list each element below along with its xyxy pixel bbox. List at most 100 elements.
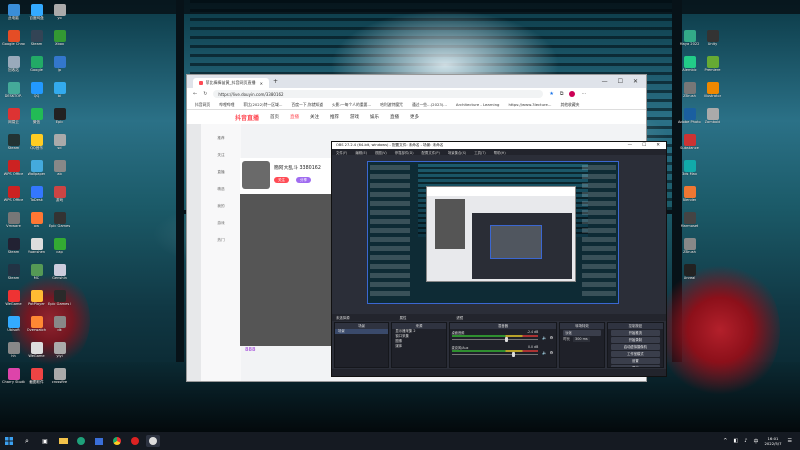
- avatar[interactable]: [242, 161, 270, 189]
- tab-close-icon[interactable]: ✕: [260, 81, 263, 86]
- star-icon[interactable]: ★: [549, 91, 553, 97]
- desktop-icon[interactable]: Steam: [2, 236, 25, 262]
- bookmark-item[interactable]: 百度一下,你就知道: [291, 102, 323, 108]
- obs-menu-item[interactable]: 编辑(E): [355, 150, 367, 155]
- bookmark-item[interactable]: 抖音网页: [195, 102, 210, 108]
- desktop-icon[interactable]: 3ds Max: [678, 158, 701, 184]
- speaker-icon[interactable]: 🔈: [542, 350, 547, 355]
- desktop-icon[interactable]: WeGame: [25, 340, 48, 366]
- desktop-icon[interactable]: bi: [48, 80, 71, 106]
- task-view-icon[interactable]: ▣: [38, 435, 52, 447]
- desktop-icon[interactable]: 百度网盘: [25, 2, 48, 28]
- desktop-icon[interactable]: 微信: [25, 106, 48, 132]
- obs-menu-item[interactable]: 停靠部件(D): [395, 150, 414, 155]
- desktop-icon[interactable]: yo: [48, 2, 71, 28]
- properties-button[interactable]: 属性: [400, 315, 407, 320]
- gear-icon[interactable]: ⚙: [550, 350, 554, 355]
- desktop-icon[interactable]: Epic Games: [48, 210, 71, 236]
- edge-icon[interactable]: [74, 435, 88, 447]
- bookmark-item[interactable]: 哈利波特魔咒: [380, 102, 403, 108]
- desktop-icon[interactable]: Ubisoft: [2, 314, 25, 340]
- store-icon[interactable]: [92, 435, 106, 447]
- site-nav-item[interactable]: 首页: [270, 114, 279, 120]
- site-nav-item[interactable]: 关注: [310, 114, 319, 120]
- fader-knob[interactable]: [504, 337, 508, 342]
- extensions-icon[interactable]: ⧉: [560, 91, 564, 97]
- desktop-icon[interactable]: cap: [48, 236, 71, 262]
- desktop-icon[interactable]: QQ音乐: [25, 132, 48, 158]
- desktop-icon[interactable]: Substance: [678, 132, 701, 158]
- obs-maximize-icon[interactable]: ☐: [642, 143, 646, 148]
- desktop-icon[interactable]: Adobe Photoshop: [678, 106, 701, 132]
- desktop-icon[interactable]: 网易云: [2, 106, 25, 132]
- rail-item[interactable]: 直播: [217, 170, 224, 175]
- desktop-icon[interactable]: MC: [25, 262, 48, 288]
- filters-button[interactable]: 滤镜: [456, 315, 463, 320]
- bookmark-item[interactable]: 火影:一每个人的重要...: [332, 102, 371, 108]
- bookmark-item[interactable]: 通过一些...(2023)...: [412, 102, 447, 108]
- desktop-icon[interactable]: 回收站: [2, 54, 25, 80]
- desktop-icon[interactable]: Yuanshen: [25, 236, 48, 262]
- desktop-icon[interactable]: Marmoset: [678, 210, 701, 236]
- maximize-icon[interactable]: ☐: [618, 78, 623, 85]
- desktop-icon[interactable]: WeGame: [2, 288, 25, 314]
- obs-close-icon[interactable]: ✕: [656, 143, 660, 148]
- obs-menu-item[interactable]: 文件(F): [336, 150, 347, 155]
- desktop-icon[interactable]: WPS Office: [2, 184, 25, 210]
- notification-icon[interactable]: ☰: [788, 438, 792, 444]
- desktop-icon[interactable]: Premiere: [701, 54, 724, 80]
- control-button[interactable]: 设置: [610, 358, 660, 364]
- desktop-icon[interactable]: hh: [2, 340, 25, 366]
- desktop-icon[interactable]: PotPlayer: [25, 288, 48, 314]
- rail-item[interactable]: 推荐: [217, 136, 224, 141]
- back-icon[interactable]: ←: [193, 91, 197, 97]
- share-button[interactable]: 分享: [296, 177, 311, 183]
- desktop-icon[interactable]: ZBrush: [678, 80, 701, 106]
- desktop-icon[interactable]: 游戏: [48, 184, 71, 210]
- desktop-icon[interactable]: Genshin: [48, 262, 71, 288]
- obs-minimize-icon[interactable]: —: [628, 143, 633, 148]
- speaker-icon[interactable]: 🔈: [542, 335, 547, 340]
- desktop-icon[interactable]: Vmware: [2, 210, 25, 236]
- ime-icon[interactable]: 中: [753, 438, 758, 445]
- fader-knob[interactable]: [511, 352, 515, 357]
- site-nav-item[interactable]: 娱乐: [370, 114, 379, 120]
- chrome-icon[interactable]: [110, 435, 124, 447]
- control-button[interactable]: 工作室模式: [610, 351, 660, 357]
- network-icon[interactable]: ◧: [734, 438, 739, 444]
- search-icon[interactable]: ⌕: [20, 435, 34, 447]
- rail-item[interactable]: 热门: [217, 238, 224, 243]
- desktop-icon[interactable]: jp: [48, 54, 71, 80]
- file-explorer-icon[interactable]: [56, 435, 70, 447]
- refresh-icon[interactable]: ↻: [203, 91, 207, 97]
- desktop-icon[interactable]: Overwatch: [25, 314, 48, 340]
- obs-menu-item[interactable]: 配置文件(P): [422, 150, 440, 155]
- browser-tab[interactable]: 菲比捧捧苗黄_抖音网页直播 - 抖 ✕: [193, 78, 269, 88]
- desktop-icon[interactable]: Illustrator: [701, 80, 724, 106]
- desktop-icon[interactable]: Xbox: [48, 28, 71, 54]
- profile-icon[interactable]: [569, 91, 576, 97]
- bookmark-item[interactable]: Architecture - Learning: [456, 102, 500, 107]
- control-button[interactable]: 启动虚拟摄像机: [610, 344, 660, 350]
- desktop-icon[interactable]: QQ: [25, 80, 48, 106]
- tray-overflow-icon[interactable]: ^: [723, 438, 727, 444]
- start-button[interactable]: [0, 432, 18, 450]
- desktop-icon[interactable]: Steam: [2, 262, 25, 288]
- desktop-icon[interactable]: Unreal: [678, 262, 701, 288]
- site-nav-item[interactable]: 直播: [290, 114, 299, 120]
- desktop-icon[interactable]: Wallpaper: [25, 158, 48, 184]
- site-nav-item[interactable]: 推荐: [330, 114, 339, 120]
- bookmark-item[interactable]: 哔哩哔哩: [219, 102, 234, 108]
- desktop-icon[interactable]: WPS Office: [2, 158, 25, 184]
- desktop-icon[interactable]: ToDesk: [25, 184, 48, 210]
- bookmark-item[interactable]: 菲比(2022)特一区域...: [243, 102, 282, 108]
- desktop-icon[interactable]: Charry Studio: [2, 366, 25, 392]
- desktop-icon[interactable]: yiyi: [48, 340, 71, 366]
- url-field[interactable]: https://live.douyin.com/3380162: [213, 90, 544, 98]
- desktop-icon[interactable]: 截图软件: [25, 366, 48, 392]
- volume-fader[interactable]: [451, 339, 539, 340]
- menu-icon[interactable]: ⋯: [581, 91, 586, 97]
- close-icon[interactable]: ✕: [633, 78, 638, 85]
- site-logo[interactable]: 抖音直播: [235, 113, 259, 122]
- rail-item[interactable]: 游戏: [217, 221, 224, 226]
